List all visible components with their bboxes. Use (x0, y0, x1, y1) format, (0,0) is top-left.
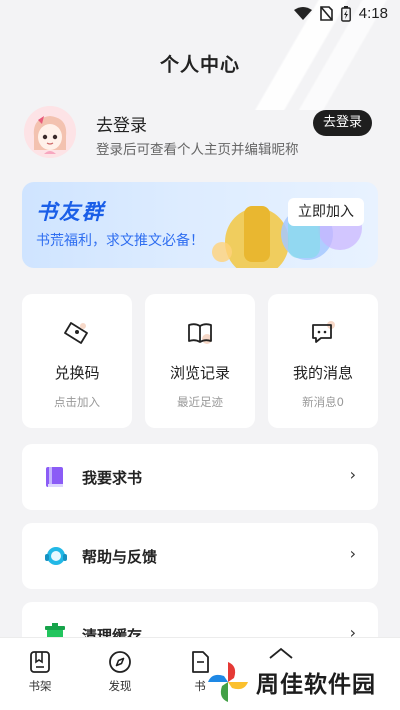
nav-item-bookshelf[interactable]: 书架 (10, 650, 70, 694)
menu-row-label: 帮助与反馈 (82, 548, 158, 566)
banner-title: 书友群 (36, 200, 105, 224)
menu-row-request-book[interactable]: 我要求书 › (22, 444, 378, 510)
login-subtitle: 登录后可查看个人主页并编辑昵称 (96, 142, 299, 158)
nav-item-discover[interactable]: 发现 (90, 650, 150, 694)
quick-card-messages[interactable]: 我的消息 新消息0 (268, 294, 378, 428)
quick-card-history[interactable]: 浏览记录 最近足迹 (145, 294, 255, 428)
join-group-button[interactable]: 立即加入 (288, 198, 364, 226)
login-button[interactable]: 去登录 (312, 110, 372, 136)
group-banner[interactable]: 书友群 书荒福利，求文推文必备！ 立即加入 (22, 182, 378, 268)
battery-icon (340, 5, 351, 22)
nav-label: 书架 (28, 679, 52, 693)
nav-label: 书 (194, 679, 206, 693)
quick-card-sub: 最近足迹 (177, 395, 223, 409)
chevron-right-icon: › (349, 544, 356, 563)
banner-subtitle: 书荒福利，求文推文必备！ (36, 233, 204, 249)
quick-card-sub: 点击加入 (54, 395, 100, 409)
message-icon (312, 321, 335, 343)
avatar[interactable] (24, 106, 76, 158)
login-title[interactable]: 去登录 (96, 111, 147, 136)
page-title: 个人中心 (159, 54, 240, 76)
watermark-text: 周佳软件园 (256, 672, 376, 698)
status-time: 4:18 (358, 5, 388, 22)
nav-label: 发现 (108, 679, 132, 693)
quick-card-label: 我的消息 (292, 364, 353, 382)
quick-card-label: 兑换码 (54, 364, 100, 382)
chevron-up-icon (269, 647, 293, 659)
status-bar: 4:18 (0, 0, 400, 28)
watermark: 周佳软件园 (206, 660, 376, 704)
menu-row-label: 我要求书 (82, 469, 143, 487)
pinwheel-logo-icon (208, 662, 248, 702)
ticket-icon (64, 322, 88, 344)
menu-row-help-feedback[interactable]: 帮助与反馈 › (22, 523, 378, 589)
book-open-icon (188, 323, 212, 344)
quick-card-sub: 新消息0 (302, 395, 344, 409)
wifi-icon (293, 6, 312, 20)
book-request-icon (46, 467, 63, 487)
chevron-right-icon: › (349, 465, 356, 484)
quick-card-label: 浏览记录 (169, 364, 230, 382)
quick-card-redeem-code[interactable]: 兑换码 点击加入 (22, 294, 132, 428)
headset-icon (45, 547, 67, 565)
no-sim-icon (319, 6, 333, 21)
compass-icon (109, 651, 131, 673)
bookshelf-icon (30, 651, 50, 673)
